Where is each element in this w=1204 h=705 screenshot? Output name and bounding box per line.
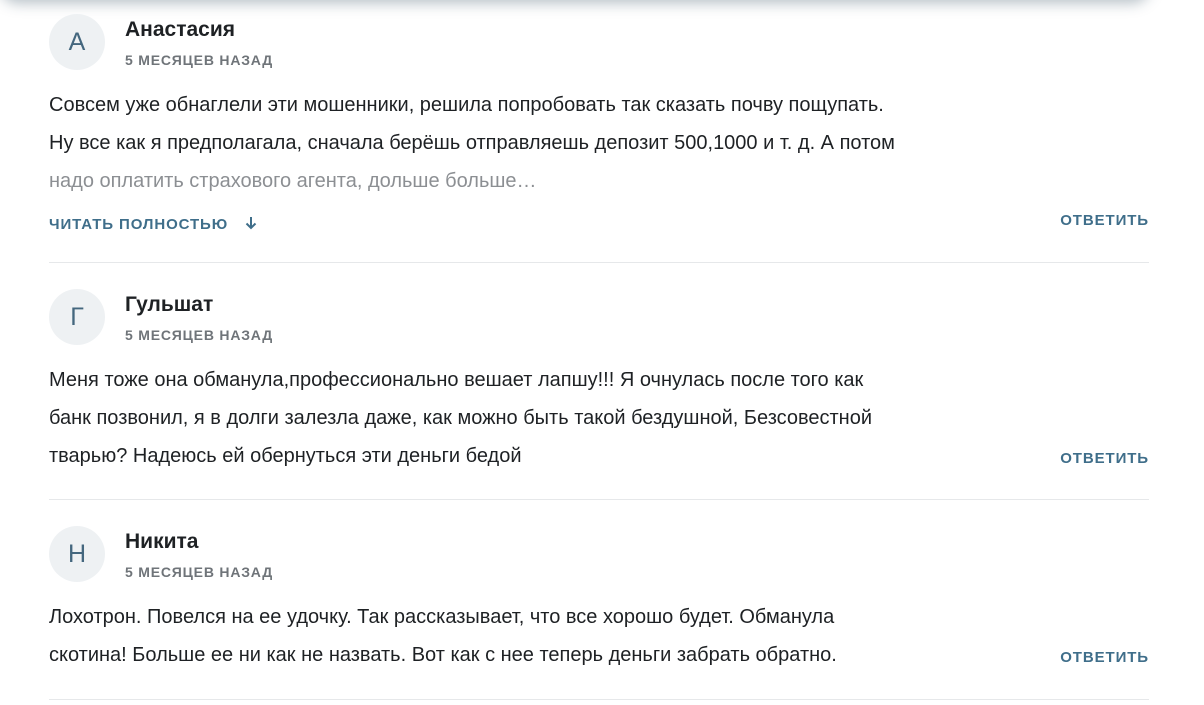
reply-button[interactable]: ОТВЕТИТЬ — [1060, 649, 1149, 666]
comment-line: Меня тоже она обманула,профессионально в… — [49, 369, 864, 391]
avatar: Г — [49, 289, 105, 345]
divider — [49, 499, 1149, 500]
divider — [49, 262, 1149, 263]
comment-date: 5 МЕСЯЦЕВ НАЗАД — [125, 327, 274, 343]
comment-text: Меня тоже она обманула,профессионально в… — [49, 361, 1039, 475]
comment-line-faded: надо оплатить страхового агента, дольше … — [49, 170, 537, 192]
comment-line: скотина! Больше ее ни как не назвать. Во… — [49, 644, 837, 666]
comment-author: Никита — [125, 530, 199, 553]
comment-author: Гульшат — [125, 293, 214, 316]
comment-author: Анастасия — [125, 18, 236, 41]
arrow-down-icon — [245, 216, 257, 234]
read-more-label: ЧИТАТЬ ПОЛНОСТЬЮ — [49, 216, 229, 233]
comment-item: Г Гульшат 5 МЕСЯЦЕВ НАЗАД Меня тоже она … — [49, 289, 1149, 489]
reply-button[interactable]: ОТВЕТИТЬ — [1060, 212, 1149, 229]
comment-date: 5 МЕСЯЦЕВ НАЗАД — [125, 52, 274, 68]
avatar: А — [49, 14, 105, 70]
comment-line: Лохотрон. Повелся на ее удочку. Так расс… — [49, 606, 835, 628]
comment-line: Ну все как я предполагала, сначала берёш… — [49, 132, 895, 154]
reply-button[interactable]: ОТВЕТИТЬ — [1060, 450, 1149, 467]
comment-line: Совсем уже обнаглели эти мошенники, реши… — [49, 94, 884, 116]
comment-line: банк позвонил, я в долги залезла даже, к… — [49, 407, 873, 429]
comment-date: 5 МЕСЯЦЕВ НАЗАД — [125, 564, 274, 580]
comment-text: Лохотрон. Повелся на ее удочку. Так расс… — [49, 598, 1039, 674]
divider — [49, 699, 1149, 700]
read-more-button[interactable]: ЧИТАТЬ ПОЛНОСТЬЮ — [49, 216, 257, 234]
comment-item: Н Никита 5 МЕСЯЦЕВ НАЗАД Лохотрон. Повел… — [49, 526, 1149, 696]
avatar: Н — [49, 526, 105, 582]
comment-text: Совсем уже обнаглели эти мошенники, реши… — [49, 86, 1039, 200]
comment-line: тварью? Надеюсь ей обернуться эти деньги… — [49, 445, 522, 467]
comment-item: А Анастасия 5 МЕСЯЦЕВ НАЗАД Совсем уже о… — [49, 14, 1149, 254]
